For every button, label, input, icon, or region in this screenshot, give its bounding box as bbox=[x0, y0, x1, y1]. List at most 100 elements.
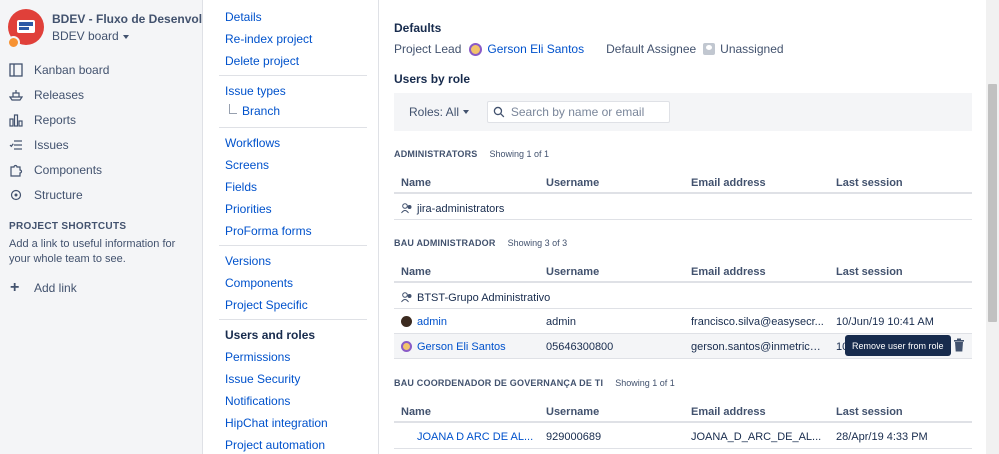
roles-filter-dropdown[interactable]: Roles: All bbox=[409, 105, 470, 119]
col-last-session: Last session bbox=[836, 177, 903, 189]
last-session-cell: 28/Apr/19 4:33 PM bbox=[836, 431, 928, 443]
ship-icon bbox=[8, 87, 24, 103]
settings-nav: Details Re-index project Delete project … bbox=[203, 0, 379, 454]
nav-issue-types[interactable]: Issue types bbox=[225, 84, 286, 98]
nav-issue-security[interactable]: Issue Security bbox=[225, 372, 300, 386]
project-lead-link[interactable]: Gerson Eli Santos bbox=[487, 42, 584, 56]
scrollbar-thumb[interactable] bbox=[988, 84, 997, 322]
avatar bbox=[401, 316, 412, 327]
board-name: BDEV board bbox=[52, 29, 119, 43]
nav-screens[interactable]: Screens bbox=[225, 158, 269, 172]
nav-details[interactable]: Details bbox=[225, 10, 262, 24]
nav-permissions[interactable]: Permissions bbox=[225, 350, 290, 364]
nav-divider bbox=[219, 127, 367, 128]
email-cell: gerson.santos@inmetrics.... bbox=[691, 341, 823, 353]
users-by-role-heading: Users by role bbox=[394, 72, 471, 86]
trash-icon[interactable] bbox=[953, 338, 965, 352]
unassigned-avatar-icon bbox=[703, 43, 716, 55]
avatar bbox=[469, 42, 483, 56]
table-header: Name Username Email address Last session bbox=[394, 399, 972, 423]
last-session-cell: 10/Jun/19 10:41 AM bbox=[836, 316, 934, 328]
col-name: Name bbox=[401, 177, 431, 189]
shortcuts-description: Add a link to useful information for you… bbox=[9, 238, 176, 265]
col-email: Email address bbox=[691, 266, 766, 278]
project-title[interactable]: BDEV - Fluxo de Desenvol... bbox=[52, 12, 202, 26]
role-count: Showing 3 of 3 bbox=[507, 238, 568, 248]
plus-icon: + bbox=[10, 279, 20, 296]
role-name: BAU COORDENADOR DE GOVERNANÇA DE TI bbox=[394, 378, 604, 388]
nav-divider bbox=[219, 319, 367, 320]
group-icon bbox=[401, 292, 412, 303]
sidebar-item-label: Issues bbox=[34, 138, 69, 152]
nav-project-automation[interactable]: Project automation bbox=[225, 438, 325, 452]
sidebar-item-label: Releases bbox=[34, 88, 85, 102]
project-header[interactable]: BDEV - Fluxo de Desenvol... BDEV board bbox=[7, 9, 202, 49]
sidebar-item-label: Kanban board bbox=[34, 63, 110, 77]
user-link[interactable]: JOANA D ARC DE AL... bbox=[417, 431, 533, 443]
group-name-label: BTST-Grupo Administrativo bbox=[417, 292, 551, 304]
group-name-label: jira-administrators bbox=[417, 203, 505, 215]
col-name: Name bbox=[401, 266, 431, 278]
filter-bar: Roles: All bbox=[394, 93, 972, 131]
sidebar-item-structure[interactable]: Structure bbox=[8, 184, 198, 206]
table-header: Name Username Email address Last session bbox=[394, 259, 972, 283]
search-field[interactable] bbox=[487, 101, 670, 123]
puzzle-icon bbox=[8, 162, 24, 178]
role-heading: ADMINISTRATORS Showing 1 of 1 bbox=[394, 149, 549, 159]
sidebar-item-releases[interactable]: Releases bbox=[8, 84, 198, 106]
nav-notifications[interactable]: Notifications bbox=[225, 394, 290, 408]
table-row: JOANA D ARC DE AL... 929000689 JOANA_D_A… bbox=[394, 424, 972, 449]
chevron-down-icon bbox=[463, 110, 470, 114]
avatar bbox=[401, 341, 412, 352]
sidebar-item-kanban-board[interactable]: Kanban board bbox=[8, 59, 198, 81]
sidebar-item-components[interactable]: Components bbox=[8, 159, 198, 181]
sidebar-item-reports[interactable]: Reports bbox=[8, 109, 198, 131]
nav-versions[interactable]: Versions bbox=[225, 254, 271, 268]
nav-fields[interactable]: Fields bbox=[225, 180, 257, 194]
user-name: Gerson Eli Santos bbox=[417, 341, 506, 353]
role-name: BAU ADMINISTRADOR bbox=[394, 238, 496, 248]
user-link[interactable]: Gerson Eli Santos bbox=[401, 341, 506, 353]
table-row: jira-administrators bbox=[394, 195, 972, 220]
sidebar-item-label: Components bbox=[34, 163, 103, 177]
username-cell: 929000689 bbox=[546, 431, 602, 443]
board-selector[interactable]: BDEV board bbox=[52, 29, 129, 43]
nav-users-and-roles[interactable]: Users and roles bbox=[225, 328, 315, 342]
nav-branch-label: Branch bbox=[242, 104, 281, 118]
nav-branch[interactable]: Branch bbox=[229, 104, 280, 118]
nav-hipchat-integration[interactable]: HipChat integration bbox=[225, 416, 328, 430]
username-cell: 05646300800 bbox=[546, 341, 614, 353]
nav-priorities[interactable]: Priorities bbox=[225, 202, 272, 216]
col-username: Username bbox=[546, 177, 600, 189]
email-cell: francisco.silva@easysecr... bbox=[691, 316, 824, 328]
col-name: Name bbox=[401, 406, 431, 418]
col-last-session: Last session bbox=[836, 406, 903, 418]
default-assignee-label: Default Assignee bbox=[606, 42, 697, 56]
group-icon bbox=[401, 203, 412, 214]
project-sidebar: BDEV - Fluxo de Desenvol... BDEV board K… bbox=[0, 0, 203, 454]
nav-delete-project[interactable]: Delete project bbox=[225, 54, 299, 68]
project-lead-label: Project Lead bbox=[394, 42, 462, 56]
email-cell: JOANA_D_ARC_DE_AL... bbox=[691, 431, 822, 443]
nav-proforma-forms[interactable]: ProForma forms bbox=[225, 224, 312, 238]
sidebar-item-issues[interactable]: Issues bbox=[8, 134, 198, 156]
role-heading: BAU ADMINISTRADOR Showing 3 of 3 bbox=[394, 238, 567, 248]
table-row: BTST-Grupo Administrativo bbox=[394, 284, 972, 309]
nav-reindex-project[interactable]: Re-index project bbox=[225, 32, 312, 46]
default-assignee-value: Unassigned bbox=[720, 42, 784, 56]
role-count: Showing 1 of 1 bbox=[489, 149, 550, 159]
chevron-down-icon bbox=[122, 34, 129, 39]
nav-divider bbox=[219, 75, 367, 76]
search-input[interactable] bbox=[510, 105, 669, 119]
nav-workflows[interactable]: Workflows bbox=[225, 136, 280, 150]
nav-project-specific[interactable]: Project Specific bbox=[225, 298, 308, 312]
add-link-label: Add link bbox=[34, 281, 77, 295]
kanban-icon bbox=[8, 62, 24, 78]
user-link[interactable]: admin bbox=[401, 316, 447, 328]
issues-icon bbox=[8, 137, 24, 153]
sidebar-item-label: Structure bbox=[34, 188, 83, 202]
add-link-button[interactable]: + Add link bbox=[10, 279, 77, 297]
col-email: Email address bbox=[691, 406, 766, 418]
nav-components[interactable]: Components bbox=[225, 276, 293, 290]
main-content: Defaults Project Lead Gerson Eli Santos … bbox=[380, 0, 986, 454]
